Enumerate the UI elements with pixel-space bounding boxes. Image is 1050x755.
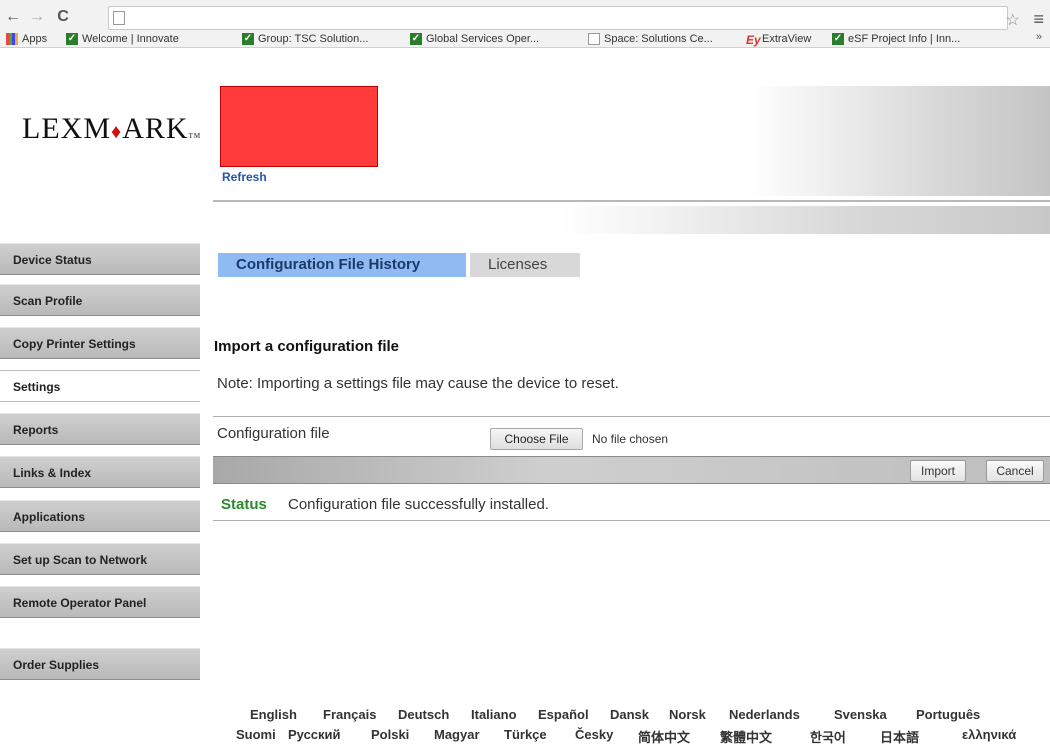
language-link[interactable]: 繁體中文 [720, 727, 772, 746]
language-link[interactable]: Türkçe [504, 727, 547, 742]
language-link[interactable]: Suomi [236, 727, 276, 742]
bookmarks-more-icon[interactable]: » [1036, 31, 1042, 43]
lexmark-logo: LEXM♦ARKTM [22, 112, 202, 145]
extraview-icon: Ey [746, 33, 761, 47]
tab-bar-gradient [560, 206, 1050, 234]
import-note: Note: Importing a settings file may caus… [217, 375, 619, 392]
doc-icon [588, 33, 600, 45]
language-link[interactable]: Português [916, 707, 980, 722]
page-icon [113, 11, 125, 25]
bookmark-global[interactable]: ✓ Global Services Oper... [410, 32, 539, 46]
sidebar-item-scan-to-network[interactable]: Set up Scan to Network [0, 543, 200, 575]
bookmark-extraview[interactable]: Ey ExtraView [746, 32, 811, 47]
language-link[interactable]: Русский [288, 727, 341, 742]
section-title: Import a configuration file [214, 338, 400, 355]
header-gradient [380, 86, 1050, 196]
language-link[interactable]: Français [323, 707, 376, 722]
sidebar-item-order-supplies[interactable]: Order Supplies [0, 648, 200, 680]
language-link[interactable]: Polski [371, 727, 409, 742]
check-icon: ✓ [832, 33, 844, 45]
browser-menu-icon[interactable]: ≡ [1033, 9, 1044, 30]
language-link[interactable]: Español [538, 707, 589, 722]
check-icon: ✓ [410, 33, 422, 45]
language-link[interactable]: 한국어 [810, 727, 846, 746]
bookmark-apps[interactable]: Apps [6, 32, 47, 46]
sidebar-item-reports[interactable]: Reports [0, 413, 200, 445]
sidebar-item-remote-operator-panel[interactable]: Remote Operator Panel [0, 586, 200, 618]
sidebar-item-device-status[interactable]: Device Status [0, 243, 200, 275]
bookmark-welcome[interactable]: ✓ Welcome | Innovate [66, 32, 179, 46]
logo-diamond-icon: ♦ [111, 121, 123, 143]
language-link[interactable]: Norsk [669, 707, 706, 722]
bookmarks-bar: Apps ✓ Welcome | Innovate ✓ Group: TSC Sol… [0, 30, 1050, 48]
language-link[interactable]: Česky [575, 727, 613, 742]
browser-nav-row: ← → C ☆ ≡ [0, 6, 1050, 30]
sidebar-item-settings[interactable]: Settings [0, 370, 200, 402]
language-link[interactable]: Svenska [834, 707, 887, 722]
divider [213, 416, 1050, 417]
back-icon[interactable]: ← [4, 8, 22, 26]
bookmark-group[interactable]: ✓ Group: TSC Solution... [242, 32, 368, 46]
header-divider [213, 200, 1050, 202]
star-bookmark-icon[interactable]: ☆ [1006, 10, 1020, 30]
tab-configuration-file-history[interactable]: Configuration File History [218, 253, 466, 277]
config-file-label: Configuration file [217, 425, 330, 442]
status-label: Status [221, 496, 267, 513]
reload-icon[interactable]: C [54, 8, 72, 26]
forward-icon[interactable]: → [28, 8, 46, 26]
sidebar-item-copy-printer-settings[interactable]: Copy Printer Settings [0, 327, 200, 359]
status-message: Configuration file successfully installe… [288, 496, 549, 513]
choose-file-button[interactable]: Choose File [490, 428, 583, 450]
language-link[interactable]: Magyar [434, 727, 480, 742]
cancel-button[interactable]: Cancel [986, 460, 1044, 482]
tab-licenses[interactable]: Licenses [470, 253, 580, 277]
address-bar[interactable] [108, 6, 1008, 30]
check-icon: ✓ [66, 33, 78, 45]
sidebar-item-scan-profile[interactable]: Scan Profile [0, 284, 200, 316]
language-link[interactable]: ελληνικά [962, 727, 1016, 742]
language-link[interactable]: 日本語 [880, 727, 919, 746]
language-link[interactable]: Italiano [471, 707, 517, 722]
check-icon: ✓ [242, 33, 254, 45]
language-link[interactable]: Deutsch [398, 707, 449, 722]
refresh-link[interactable]: Refresh [222, 170, 267, 184]
bookmark-esf[interactable]: ✓ eSF Project Info | Inn... [832, 32, 960, 46]
browser-chrome: ← → C ☆ ≡ Apps ✓ Welcome | Innovate ✓ Grou… [0, 0, 1050, 48]
language-link[interactable]: English [250, 707, 297, 722]
language-link[interactable]: 简体中文 [638, 727, 690, 746]
language-link[interactable]: Nederlands [729, 707, 800, 722]
divider [213, 520, 1050, 521]
language-link[interactable]: Dansk [610, 707, 649, 722]
sidebar-item-links-index[interactable]: Links & Index [0, 456, 200, 488]
status-alert-box [220, 86, 378, 167]
import-button[interactable]: Import [910, 460, 966, 482]
sidebar-item-applications[interactable]: Applications [0, 500, 200, 532]
no-file-chosen-text: No file chosen [592, 432, 669, 446]
bookmark-space[interactable]: Space: Solutions Ce... [588, 32, 713, 46]
apps-grid-icon [6, 33, 18, 45]
